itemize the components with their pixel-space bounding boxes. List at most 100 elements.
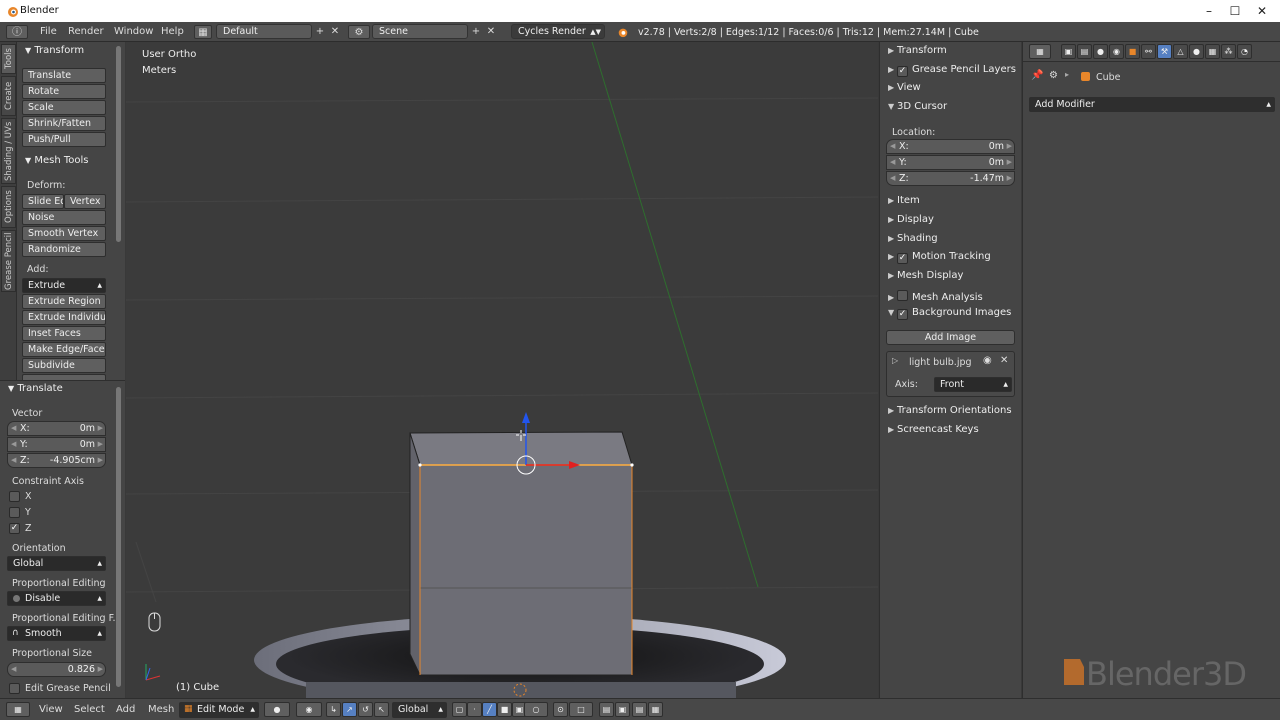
extrude-region-button[interactable]: Extrude Region [22,294,106,309]
proportional-editing-dropdown[interactable]: Disable ▲ [7,591,106,606]
translate-manipulator-icon[interactable]: ↗ [342,702,357,717]
operator-panel-header[interactable]: ▼ Translate [8,383,63,394]
tool-shelf-scrollbar-outer[interactable] [116,48,121,238]
cursor-x-field[interactable]: ◀ X: 0m ▶ [886,139,1015,154]
shrink-fatten-button[interactable]: Shrink/Fatten [22,116,106,131]
constraints-tab-icon[interactable]: ⚯ [1141,44,1156,59]
layers-icon[interactable]: ▢ [452,702,467,717]
extrude-dropdown[interactable]: Extrude ▲ [22,278,106,293]
texture-tab-icon[interactable]: ▦ [1205,44,1220,59]
render-preview-icon[interactable]: ▣ [615,702,630,717]
operator-panel-scrollbar[interactable] [116,387,121,687]
proportional-edit-icon[interactable]: ○ [524,702,548,717]
menu-file[interactable]: File [40,26,57,37]
npanel-display-header[interactable]: ▶ Display [888,214,934,225]
eye-icon[interactable]: ◉ [983,355,992,366]
constraint-x-checkbox[interactable] [9,491,20,502]
tab-tools[interactable]: Tools [1,44,16,74]
transform-orientation-dropdown[interactable]: Global ▲ [392,702,447,718]
cursor-z-field[interactable]: ◀ Z: -1.47m ▶ [886,171,1015,186]
scene-icon[interactable]: ⚙ [348,25,370,39]
noise-button[interactable]: Noise [22,210,106,225]
add-image-button[interactable]: Add Image [886,330,1015,345]
menu-window[interactable]: Window [114,26,153,37]
npanel-transform-orientations-header[interactable]: ▶ Transform Orientations [888,405,1012,416]
scale-button[interactable]: Scale [22,100,106,115]
orientation-dropdown[interactable]: Global ▲ [7,556,106,571]
opengl-render-icon[interactable]: ▤ [632,702,647,717]
editor-type-icon[interactable]: ▦ [6,702,30,717]
remove-scene-icon[interactable]: ✕ [484,25,498,39]
tab-grease-pencil[interactable]: Grease Pencil [1,230,16,292]
transform-panel-header[interactable]: ▼ Transform [25,45,84,56]
tab-create[interactable]: Create [1,76,16,116]
physics-tab-icon[interactable]: ◔ [1237,44,1252,59]
3d-viewport[interactable]: User Ortho Meters (1) Cube [126,42,878,698]
z-arrow-icon[interactable] [522,412,530,423]
inset-faces-button[interactable]: Inset Faces [22,326,106,341]
render-layers-tab-icon[interactable]: ▤ [1077,44,1092,59]
face-select-icon[interactable]: ■ [497,702,512,717]
world-tab-icon[interactable]: ◉ [1109,44,1124,59]
pivot-point-icon[interactable]: ◉ [296,702,322,717]
npanel-grease-layers-header[interactable]: ▶ ✓ Grease Pencil Layers [888,64,1016,77]
translate-button[interactable]: Translate [22,68,106,83]
particles-tab-icon[interactable]: ⁂ [1221,44,1236,59]
pin-icon[interactable]: 📌 [1031,70,1043,81]
npanel-transform-header[interactable]: ▶ Transform [888,45,947,56]
vector-x-field[interactable]: ◀ X: 0m ▶ [7,421,106,436]
add-scene-icon[interactable]: + [469,25,483,39]
vertex-select-icon[interactable]: · [467,702,482,717]
object-tab-icon[interactable]: ■ [1125,44,1140,59]
menu-help[interactable]: Help [161,26,184,37]
constraint-z-checkbox[interactable]: ✓ [9,523,20,534]
npanel-shading-header[interactable]: ▶ Shading [888,233,938,244]
npanel-view-header[interactable]: ▶ View [888,82,921,93]
subdivide-button[interactable]: Subdivide [22,358,106,373]
vector-y-field[interactable]: ◀ Y: 0m ▶ [7,437,106,452]
grease-layers-checkbox[interactable]: ✓ [897,66,908,77]
rotate-manipulator-icon[interactable]: ↺ [358,702,373,717]
snap-element-icon[interactable]: □ [569,702,593,717]
proportional-falloff-dropdown[interactable]: ∩ Smooth ▲ [7,626,106,641]
manipulator-toggle-icon[interactable]: ↳ [326,702,341,717]
viewport-shading-icon[interactable]: ● [264,702,290,717]
motion-tracking-checkbox[interactable]: ✓ [897,253,908,264]
edge-select-icon[interactable]: ╱ [482,702,497,717]
menu-render[interactable]: Render [68,26,104,37]
push-pull-button[interactable]: Push/Pull [22,132,106,147]
expand-icon[interactable]: ▷ [892,356,898,365]
render-engine-dropdown[interactable]: Cycles Render ▲▼ [511,24,605,39]
mesh-analysis-checkbox[interactable] [897,290,908,301]
remove-layout-icon[interactable]: ✕ [328,25,342,39]
scale-manipulator-icon[interactable]: ↖ [374,702,389,717]
axis-dropdown[interactable]: Front ▲ [934,377,1012,392]
constraint-y-checkbox[interactable] [9,507,20,518]
menu-add[interactable]: Add [116,704,135,715]
scene-tab-icon[interactable]: ● [1093,44,1108,59]
menu-mesh[interactable]: Mesh [148,704,174,715]
mode-dropdown[interactable]: ▦ Edit Mode ▲ [179,702,259,718]
opengl-anim-icon[interactable]: ▦ [648,702,663,717]
npanel-mesh-display-header[interactable]: ▶ Mesh Display [888,270,963,281]
slide-edge-button[interactable]: Slide Ed [22,194,64,209]
npanel-background-images-header[interactable]: ▼ ✓ Background Images [888,307,1011,320]
npanel-item-header[interactable]: ▶ Item [888,195,920,206]
screen-layout-field[interactable]: Default [216,24,312,39]
render-tab-icon[interactable]: ▣ [1061,44,1076,59]
npanel-screencast-keys-header[interactable]: ▶ Screencast Keys [888,424,979,435]
menu-select[interactable]: Select [74,704,105,715]
tab-shading-uvs[interactable]: Shading / UVs [1,118,16,184]
add-modifier-dropdown[interactable]: Add Modifier ▲ [1029,97,1275,112]
snap-target-icon[interactable]: ▤ [599,702,614,717]
add-layout-icon[interactable]: + [313,25,327,39]
slide-vertex-button[interactable]: Vertex [64,194,106,209]
vector-z-field[interactable]: ◀ Z: -4.905cm ▶ [7,453,106,468]
material-tab-icon[interactable]: ● [1189,44,1204,59]
make-edge-face-button[interactable]: Make Edge/Face [22,342,106,357]
extrude-individual-button[interactable]: Extrude Individual [22,310,106,325]
snap-icon[interactable]: ⊙ [553,702,568,717]
smooth-vertex-button[interactable]: Smooth Vertex [22,226,106,241]
data-tab-icon[interactable]: △ [1173,44,1188,59]
proportional-size-field[interactable]: ◀ 0.826 ▶ [7,662,106,677]
